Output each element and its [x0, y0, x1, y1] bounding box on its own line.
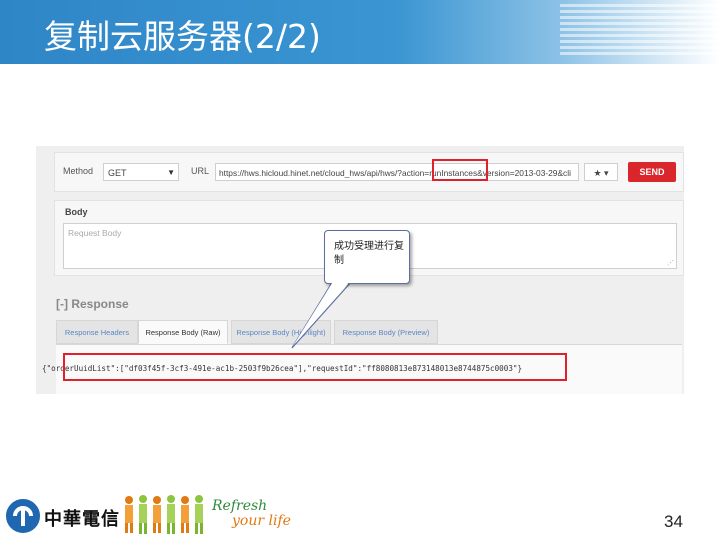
header-stripes: [560, 0, 720, 64]
action-highlight-box: [432, 159, 488, 181]
url-input[interactable]: https://hws.hicloud.hinet.net/cloud_hws/…: [215, 163, 579, 181]
tab-response-body-highlight[interactable]: Response Body (Highlight): [231, 320, 331, 344]
tab-response-body-raw[interactable]: Response Body (Raw): [138, 320, 228, 344]
favorite-star-button[interactable]: ★ ▾: [584, 163, 618, 181]
company-name: 中華電信: [44, 509, 120, 530]
slide-title: 复制云服务器(2/2): [44, 17, 321, 56]
url-label: URL: [191, 166, 210, 176]
callout-box: 成功受理进行复制: [324, 230, 410, 284]
request-body-placeholder: Request Body: [68, 228, 122, 238]
callout-text: 成功受理进行复制: [334, 241, 404, 266]
people-logo-icon: [125, 495, 203, 534]
slogan-line2: your life: [232, 513, 291, 529]
body-title: Body: [65, 207, 88, 217]
page-number: 34: [664, 512, 683, 531]
send-button[interactable]: SEND: [628, 162, 676, 182]
tab-response-headers[interactable]: Response Headers: [56, 320, 138, 344]
method-value: GET: [108, 168, 127, 178]
slogan-line1: Refresh: [212, 498, 268, 514]
request-toolbar: Method GET ▼ URL https://hws.hicloud.hin…: [54, 152, 684, 192]
resize-handle-icon[interactable]: ⋰: [667, 259, 674, 267]
slide-header: 复制云服务器(2/2): [0, 0, 720, 64]
method-label: Method: [63, 166, 94, 176]
method-select[interactable]: GET ▼: [103, 163, 179, 181]
chevron-down-icon: ▼: [167, 168, 175, 177]
tab-response-body-preview[interactable]: Response Body (Preview): [334, 320, 438, 344]
chunghwa-telecom-logo-icon: [6, 499, 40, 533]
response-title[interactable]: [-] Response: [56, 297, 129, 311]
response-highlight-box: [63, 353, 567, 381]
